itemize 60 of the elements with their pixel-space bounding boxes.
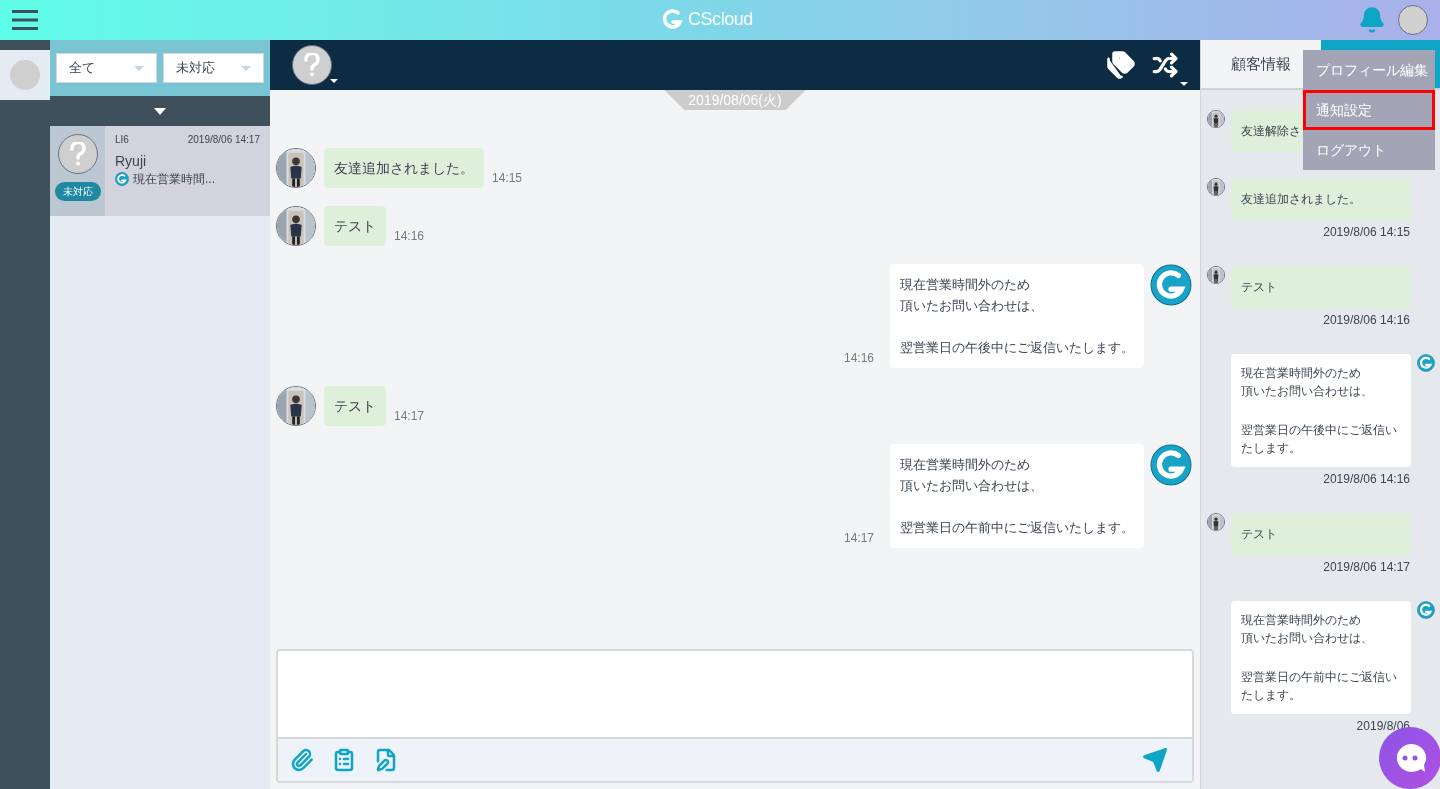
shuffle-icon[interactable] [1152, 52, 1178, 78]
caret-icon [330, 79, 338, 83]
message-line: 頂いたお問い合わせは、 [1241, 630, 1374, 647]
conversation-time: 2019/8/06 14:17 [187, 133, 260, 147]
message-time: 14:17 [843, 530, 874, 546]
message-bubble: テスト [1231, 513, 1411, 555]
avatar-icon [57, 134, 98, 174]
filter-select[interactable]: 未対応 [163, 53, 264, 83]
message-line: 現在営業時間外のため [900, 276, 1031, 294]
conversation-item[interactable]: 未対応 LI6 2019/8/06 14:17 Ryuji 現在営業時間... [50, 126, 270, 216]
agent-avatar-icon [1150, 444, 1192, 486]
avatar-icon [10, 60, 40, 90]
caret-icon [241, 65, 251, 71]
message-line: 翌営業日の午後中にご返信いたします。 [1241, 422, 1398, 457]
filter-select[interactable]: 全て [56, 53, 157, 83]
message-bubble: テスト [1231, 266, 1411, 308]
message-bubble: テスト [324, 386, 386, 426]
agent-avatar-icon [1150, 264, 1192, 306]
channel-label: LI6 [115, 133, 129, 147]
agent-avatar-icon [1417, 354, 1435, 372]
tags-icon[interactable] [1106, 50, 1136, 80]
message-line: 翌営業日の午後中にご返信いたします。 [900, 339, 1134, 357]
message-time: 14:16 [394, 228, 425, 244]
message-preview: 現在営業時間... [133, 171, 215, 187]
message-time: 14:17 [394, 408, 425, 424]
paperclip-icon[interactable] [290, 748, 314, 772]
message-line: 頂いたお問い合わせは、 [900, 297, 1044, 315]
message-line: 現在営業時間外のため [900, 456, 1031, 474]
message-time: 14:15 [492, 170, 523, 186]
message-line: 現在営業時間外のため [1241, 612, 1362, 629]
customer-name: Ryuji [115, 152, 147, 171]
clipboard-list-icon[interactable] [332, 748, 356, 772]
message-time: 2019/8/06 14:16 [1323, 312, 1410, 328]
message-line: 翌営業日の午前中にご返信いたします。 [900, 519, 1134, 537]
file-edit-icon[interactable] [374, 748, 398, 772]
message-bubble: 友達追加されました。 [324, 148, 484, 188]
message-time: 2019/8/06 14:15 [1323, 224, 1410, 240]
logo-icon [662, 8, 684, 30]
agent-logo-icon [115, 172, 129, 186]
send-icon[interactable] [1142, 747, 1168, 773]
message-line: 翌営業日の午前中にご返信いたします。 [1241, 669, 1398, 704]
agent-avatar-icon [1417, 601, 1435, 619]
message-bubble: 友達追加されました。 [1231, 178, 1411, 220]
logo-text: CScloud [688, 10, 753, 28]
user-avatar[interactable] [1398, 5, 1428, 35]
caret-icon [1180, 82, 1188, 86]
message-bubble: テスト [324, 206, 386, 246]
message-time: 2019/8/06 14:17 [1323, 559, 1410, 575]
customer-avatar [292, 45, 332, 85]
message-line: 現在営業時間外のため [1241, 365, 1362, 382]
caret-icon [154, 107, 166, 115]
message-time: 2019/8/06 [1356, 718, 1410, 734]
message-line: 頂いたお問い合わせは、 [1241, 383, 1374, 400]
message-time: 14:16 [843, 350, 874, 366]
status-badge: 未対応 [54, 182, 101, 201]
notification-bell-icon[interactable] [1358, 6, 1386, 34]
message-time: 2019/8/06 14:16 [1323, 471, 1410, 487]
message-line: 頂いたお問い合わせは、 [900, 477, 1044, 495]
caret-icon [134, 65, 144, 71]
menu-icon[interactable] [12, 8, 38, 32]
